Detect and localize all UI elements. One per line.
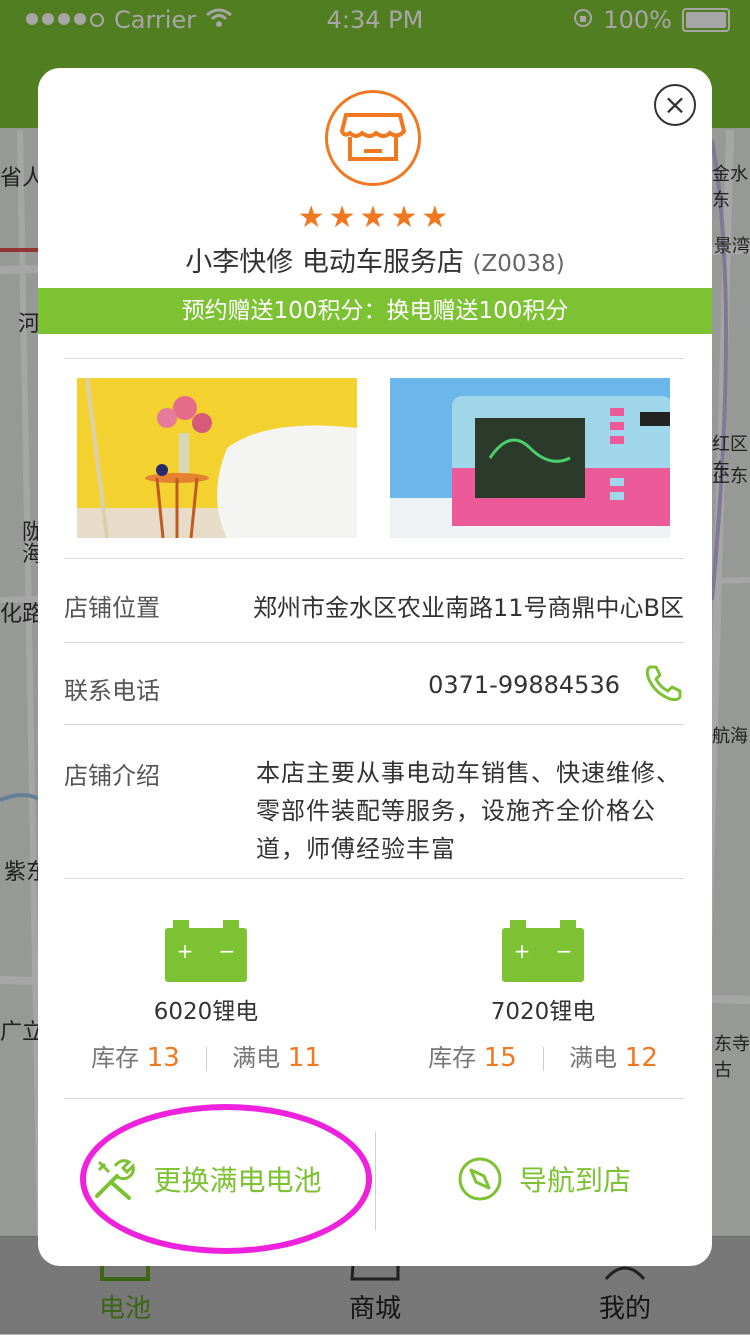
battery-icon: + − (502, 920, 584, 982)
close-icon: × (663, 88, 687, 121)
close-button[interactable]: × (654, 84, 696, 126)
star-icon: ★ (390, 200, 422, 235)
full-count: 12 (624, 1043, 658, 1073)
shop-logo (325, 90, 421, 186)
divider (64, 358, 684, 359)
stock-label: 库存 (428, 1044, 477, 1072)
star-icon: ★ (421, 200, 453, 235)
phone-value[interactable]: 0371-99884536 (428, 671, 620, 699)
svg-text:−: − (219, 939, 236, 963)
battery-icon: + − (165, 920, 247, 982)
intro-text: 本店主要从事电动车销售、快速维修、零部件装配等服务，设施齐全价格公道，师傅经验丰… (256, 759, 681, 863)
compass-icon (458, 1157, 502, 1201)
full-count: 11 (287, 1043, 321, 1073)
svg-text:−: − (556, 939, 573, 963)
navigate-label: 导航到店 (518, 1164, 631, 1197)
divider (64, 878, 684, 879)
stock-count: 13 (146, 1043, 180, 1073)
stat-separator (205, 1047, 207, 1071)
stock-label: 库存 (91, 1044, 140, 1072)
stock-count: 15 (483, 1043, 517, 1073)
promo-banner: 预约赠送100积分：换电赠送100积分 (38, 288, 712, 334)
shop-photo-2[interactable] (390, 378, 670, 538)
divider (64, 1098, 684, 1099)
location-label: 店铺位置 (64, 594, 160, 622)
highlight-circle (80, 1104, 372, 1254)
battery-stats: 库存 15 满电 12 (393, 1038, 693, 1073)
battery-name: 6020锂电 (153, 999, 259, 1025)
divider (64, 558, 684, 559)
battery-card[interactable]: + − 7020锂电 库存 15 满电 12 (393, 920, 693, 1073)
navigate-button[interactable]: 导航到店 (376, 1130, 712, 1228)
location-value: 郑州市金水区农业南路11号商鼎中心B区 (252, 594, 684, 622)
shop-title: 小李快修 电动车服务店 (Z0038) (38, 240, 712, 279)
star-icon: ★ (328, 200, 360, 235)
shop-name: 小李快修 电动车服务店 (185, 247, 464, 278)
intro-label: 店铺介绍 (64, 762, 160, 790)
star-icon: ★ (297, 200, 329, 235)
shop-code: (Z0038) (472, 251, 565, 277)
phone-icon[interactable] (642, 663, 684, 705)
storefront-icon (339, 113, 407, 161)
phone-label: 联系电话 (64, 677, 160, 705)
star-icon: ★ (359, 200, 391, 235)
battery-card[interactable]: + − 6020锂电 库存 13 满电 11 (56, 920, 356, 1073)
shop-detail-modal: × ★★★★★ 小李快修 电动车服务店 (Z0038) 预约赠送100积分：换电… (38, 68, 712, 1266)
full-label: 满电 (569, 1044, 618, 1072)
svg-text:+: + (177, 939, 194, 963)
shop-photo-1[interactable] (77, 378, 357, 538)
divider (64, 642, 684, 643)
divider (64, 724, 684, 725)
battery-name: 7020锂电 (490, 999, 596, 1025)
svg-text:+: + (514, 939, 531, 963)
rating-stars: ★★★★★ (38, 200, 712, 235)
stat-separator (542, 1047, 544, 1071)
battery-stats: 库存 13 满电 11 (56, 1038, 356, 1073)
full-label: 满电 (232, 1044, 281, 1072)
